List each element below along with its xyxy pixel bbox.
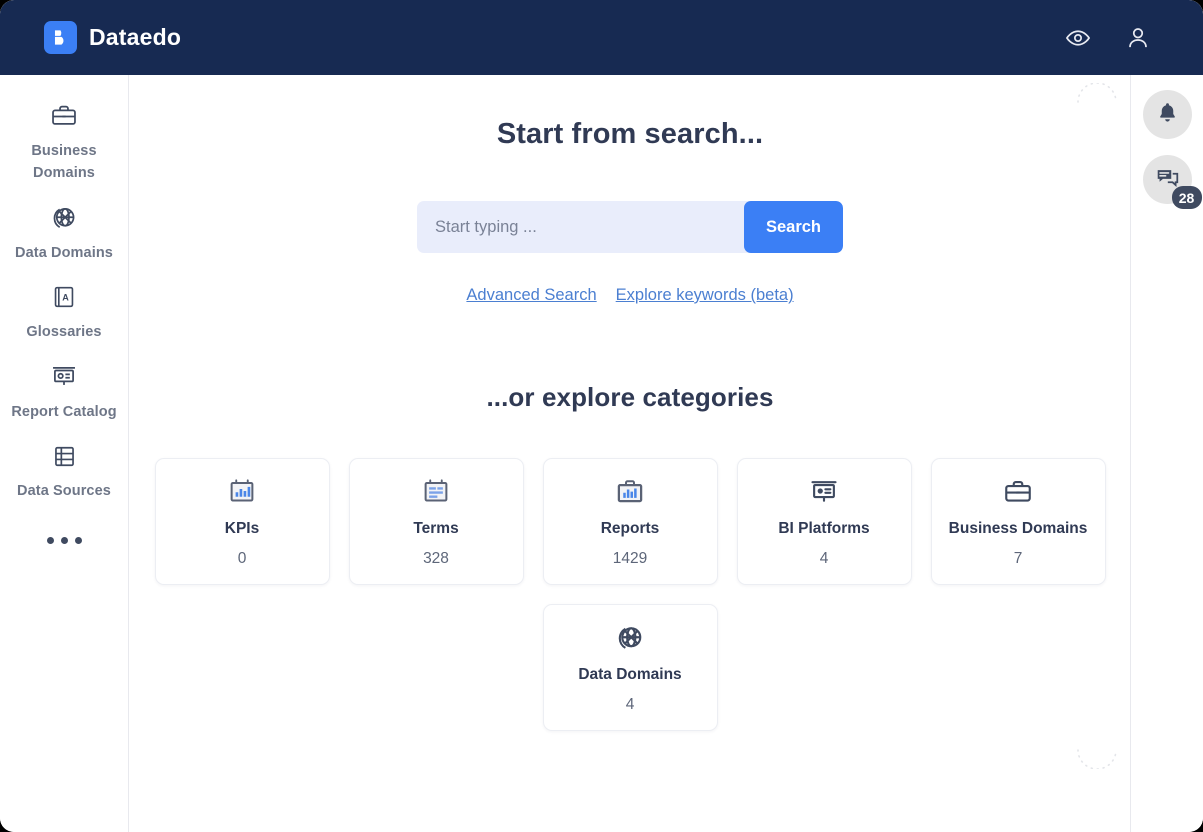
search-input[interactable] bbox=[417, 201, 744, 253]
category-label: BI Platforms bbox=[778, 519, 870, 537]
sidebar-item-data-domains[interactable]: Data Domains bbox=[0, 193, 128, 272]
sidebar: Business Domains Data Domains A Glossari… bbox=[0, 75, 129, 832]
right-rail: 28 bbox=[1131, 75, 1203, 832]
presentation-pie-icon bbox=[809, 476, 839, 508]
category-label: KPIs bbox=[224, 519, 260, 537]
globe-network-icon bbox=[50, 203, 78, 233]
advanced-search-link[interactable]: Advanced Search bbox=[466, 286, 596, 305]
comments-button[interactable]: 28 bbox=[1142, 155, 1202, 209]
category-label: Business Domains bbox=[948, 519, 1088, 537]
globe-network-icon bbox=[615, 622, 645, 654]
book-a-icon: A bbox=[51, 282, 77, 312]
brand-name: Dataedo bbox=[89, 24, 182, 50]
briefcase-icon bbox=[1003, 476, 1033, 508]
category-label: Reports bbox=[600, 519, 660, 537]
kpi-chart-icon bbox=[227, 476, 257, 508]
app-window: Dataedo Business Domains Data Domains A … bbox=[0, 0, 1203, 832]
category-card-business-domains[interactable]: Business Domains 7 bbox=[930, 458, 1106, 585]
top-header: Dataedo bbox=[0, 0, 1203, 75]
category-card-reports[interactable]: Reports 1429 bbox=[542, 458, 718, 585]
scroll-hint-top-icon bbox=[1075, 82, 1119, 105]
category-label: Data Domains bbox=[578, 665, 682, 683]
briefcase-icon bbox=[50, 101, 78, 131]
scroll-hint-bottom-icon bbox=[1075, 747, 1119, 770]
presentation-icon bbox=[50, 362, 78, 392]
category-card-kpis[interactable]: KPIs 0 bbox=[154, 458, 330, 585]
explore-keywords-link[interactable]: Explore keywords (beta) bbox=[616, 286, 794, 305]
category-label: Terms bbox=[413, 519, 459, 537]
sidebar-item-report-catalog[interactable]: Report Catalog bbox=[0, 352, 128, 431]
dot-icon bbox=[60, 536, 68, 544]
sidebar-item-data-sources[interactable]: Data Sources bbox=[0, 431, 128, 510]
category-card-bi-platforms[interactable]: BI Platforms 4 bbox=[736, 458, 912, 585]
categories-subtitle: ...or explore categories bbox=[486, 382, 774, 412]
category-count: 7 bbox=[1013, 549, 1023, 567]
sidebar-item-label: Data Sources bbox=[17, 483, 111, 500]
user-icon[interactable] bbox=[1125, 25, 1151, 51]
sidebar-item-label: Glossaries bbox=[26, 324, 102, 341]
terms-card-icon bbox=[421, 476, 451, 508]
eye-icon[interactable] bbox=[1065, 25, 1091, 51]
notifications-button[interactable] bbox=[1142, 90, 1192, 139]
category-card-data-domains[interactable]: Data Domains 4 bbox=[542, 604, 718, 731]
category-count: 4 bbox=[625, 695, 635, 713]
dot-icon bbox=[74, 536, 82, 544]
comments-count-badge: 28 bbox=[1171, 186, 1202, 209]
dot-icon bbox=[46, 536, 54, 544]
search-box: Search bbox=[417, 201, 843, 253]
sidebar-item-label: Data Domains bbox=[15, 244, 113, 261]
svg-text:A: A bbox=[62, 293, 69, 303]
brand[interactable]: Dataedo bbox=[44, 21, 181, 54]
category-count: 0 bbox=[237, 549, 247, 567]
bell-icon bbox=[1156, 101, 1179, 129]
sidebar-item-label: Report Catalog bbox=[11, 403, 117, 420]
sidebar-more-button[interactable] bbox=[0, 536, 128, 544]
sidebar-item-label: Business Domains bbox=[31, 143, 97, 182]
table-rows-icon bbox=[51, 441, 78, 471]
search-row: Search bbox=[130, 201, 1130, 253]
category-count: 4 bbox=[819, 549, 829, 567]
search-links: Advanced Search Explore keywords (beta) bbox=[130, 286, 1130, 305]
category-card-terms[interactable]: Terms 328 bbox=[348, 458, 524, 585]
category-cards: KPIs 0 Terms 328 Reports 1429 BI Platfor… bbox=[130, 458, 1130, 731]
page-title: Start from search... bbox=[496, 118, 764, 150]
header-actions bbox=[1065, 25, 1151, 51]
main-content: Start from search... Search Advanced Sea… bbox=[130, 75, 1131, 832]
category-count: 328 bbox=[423, 549, 449, 567]
database-logo-icon bbox=[44, 21, 77, 54]
sidebar-item-business-domains[interactable]: Business Domains bbox=[0, 91, 128, 193]
report-briefcase-chart-icon bbox=[615, 476, 645, 508]
sidebar-item-glossaries[interactable]: A Glossaries bbox=[0, 272, 128, 351]
category-count: 1429 bbox=[612, 549, 648, 567]
search-button[interactable]: Search bbox=[744, 201, 843, 253]
